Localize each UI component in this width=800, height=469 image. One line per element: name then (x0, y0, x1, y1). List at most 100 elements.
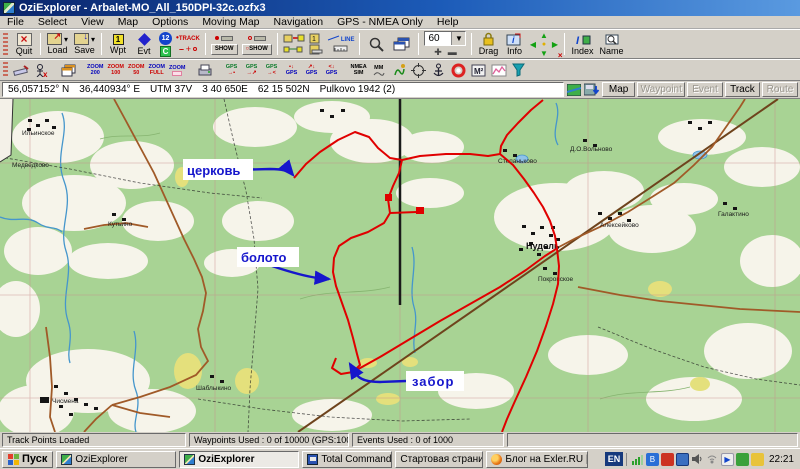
gps-download-tk-button[interactable]: <↓GPS (322, 61, 342, 80)
position-crosshair-button[interactable] (409, 61, 429, 80)
map-2-icon[interactable] (309, 44, 323, 55)
wireless-icon[interactable] (706, 453, 719, 466)
windows-taskbar: Пуск OziExplorer OziExplorer Total Comma… (0, 448, 800, 469)
line-tool-button[interactable]: LINE (327, 35, 355, 43)
utm-northing: 62 15 502N (258, 84, 310, 95)
name-search-button[interactable]: Name (597, 31, 627, 57)
messenger-icon[interactable] (751, 453, 764, 466)
svg-text:Медведково: Медведково (12, 162, 49, 169)
task-oziexplorer-1[interactable]: OziExplorer (56, 451, 176, 468)
zoom-window-button[interactable]: ZOOM (167, 61, 188, 80)
show-events-button[interactable]: ○SHOW (242, 44, 272, 55)
zoom-level-combobox[interactable]: 60 ▼ (424, 31, 466, 46)
route-edit-icon[interactable] (283, 33, 305, 44)
zoom-200-button[interactable]: ZOOM200 (85, 61, 106, 80)
print-button[interactable] (195, 61, 215, 80)
pan-down-button[interactable]: ▼ (538, 49, 549, 58)
task-firefox-blog[interactable]: Блог на Exler.RU | А... (486, 451, 588, 468)
track-marker (385, 194, 392, 201)
zoom-dropdown-icon[interactable]: ▼ (451, 32, 465, 45)
menu-gps-nmea[interactable]: GPS - NMEA Only (330, 16, 430, 29)
pan-right-button[interactable]: ▶ (549, 40, 560, 49)
alert-tray-icon[interactable] (661, 453, 674, 466)
moving-map-button[interactable]: MM (369, 61, 389, 80)
system-tray: B ▶ (626, 453, 764, 466)
measure-icon[interactable] (333, 45, 349, 53)
route-tab-button: Route (762, 82, 798, 97)
gps-upload-tk-button[interactable]: GPS→< (262, 61, 282, 80)
volume-icon[interactable] (691, 453, 704, 466)
show-waypoints-button[interactable]: SHOW (211, 44, 238, 55)
profile-chart-button[interactable] (489, 61, 509, 80)
anchor-button[interactable] (429, 61, 449, 80)
menu-file[interactable]: File (0, 16, 31, 29)
pan-up-button[interactable]: ▲ (538, 31, 549, 40)
task-oziexplorer-2-active[interactable]: OziExplorer (179, 451, 299, 468)
map-thumb-icon[interactable] (566, 83, 582, 97)
signal-strength-icon[interactable] (631, 453, 644, 466)
track-tab-button[interactable]: Track (725, 82, 760, 97)
toolbar-drag-handle[interactable] (3, 33, 8, 55)
pan-center-button[interactable]: ● (538, 40, 549, 49)
nmea-sim-button[interactable]: NMEASIM (349, 61, 369, 80)
comments-button[interactable]: C (160, 46, 171, 57)
media-player-icon[interactable]: ▶ (721, 453, 734, 466)
menu-map[interactable]: Map (111, 16, 145, 29)
menu-navigation[interactable]: Navigation (267, 16, 331, 29)
save-position-icon[interactable] (584, 83, 600, 97)
waypoint-numbers-button[interactable]: 12 (159, 32, 172, 45)
menu-options[interactable]: Options (145, 16, 195, 29)
display-tray-icon[interactable] (676, 453, 689, 466)
task-firefox-start-page[interactable]: Стартовая страниц... (395, 451, 483, 468)
map-tab-button[interactable]: Map (602, 82, 635, 97)
pan-close-icon[interactable]: × (558, 51, 563, 60)
magnify-button[interactable] (363, 31, 389, 57)
save-button[interactable]: ↓▾ Save (71, 31, 98, 57)
gps-download-wp-button[interactable]: ▪↓GPS (282, 61, 302, 80)
language-indicator[interactable]: EN (605, 452, 623, 466)
lifebuoy-button[interactable] (449, 61, 469, 80)
zoom-50-button[interactable]: ZOOM50 (126, 61, 147, 80)
sync-tray-icon[interactable] (736, 453, 749, 466)
zoom-out-button[interactable]: ▬ (448, 48, 457, 57)
menu-view[interactable]: View (74, 16, 111, 29)
gps-upload-wp-button[interactable]: GPS→▪ (222, 61, 242, 80)
longitude-value: 36,440934° E (79, 84, 140, 95)
event-toggle-button[interactable]: Evt (131, 31, 157, 57)
load-button[interactable]: ↗▾ Load (44, 31, 71, 57)
separator (418, 33, 419, 55)
quit-button[interactable]: × Quit (11, 31, 37, 57)
zoom-100-button[interactable]: ZOOM100 (106, 61, 127, 80)
filter-button[interactable] (509, 61, 529, 80)
toolbar-drag-handle[interactable] (3, 62, 8, 78)
map-1-icon[interactable]: 1 (309, 33, 323, 44)
draw-tool-button[interactable] (11, 61, 31, 80)
start-button[interactable]: Пуск (2, 451, 53, 468)
task-total-commander[interactable]: Total Commander 7.... (302, 451, 392, 468)
zoom-full-button[interactable]: ZOOMFULL (147, 61, 168, 80)
map-canvas[interactable]: Ильинское Медведково Кутьино Чисмена Але… (0, 99, 800, 432)
nmea-monitor-button[interactable] (389, 61, 409, 80)
gps-download-rt-button[interactable]: ↗↓GPS (302, 61, 322, 80)
windows-button[interactable] (389, 31, 415, 57)
info-button[interactable]: i Info (501, 31, 527, 57)
menu-moving-map[interactable]: Moving Map (195, 16, 266, 29)
svg-text:1: 1 (312, 36, 316, 43)
track-control-button[interactable]: x (31, 61, 51, 80)
waypoint-toggle-button[interactable]: 1 Wpt (105, 31, 131, 57)
zoom-in-button[interactable]: ✚ (434, 48, 442, 57)
drag-button[interactable]: Drag (475, 31, 501, 57)
pan-left-button[interactable]: ◀ (527, 40, 538, 49)
menu-select[interactable]: Select (31, 16, 74, 29)
pages-button[interactable] (58, 61, 78, 80)
map-area[interactable]: Ильинское Медведково Кутьино Чисмена Але… (0, 99, 800, 432)
track-display-group[interactable]: •TRACK + (174, 31, 202, 57)
taskbar-clock[interactable]: 22:21 (767, 454, 798, 465)
menu-help[interactable]: Help (430, 16, 466, 29)
separator (277, 33, 278, 55)
area-button[interactable]: M² (469, 61, 489, 80)
gps-upload-rt-button[interactable]: GPS→↗ (242, 61, 262, 80)
bluetooth-icon[interactable]: B (646, 453, 659, 466)
index-button[interactable]: I Index (568, 31, 596, 57)
route-show-icon[interactable] (283, 44, 305, 55)
